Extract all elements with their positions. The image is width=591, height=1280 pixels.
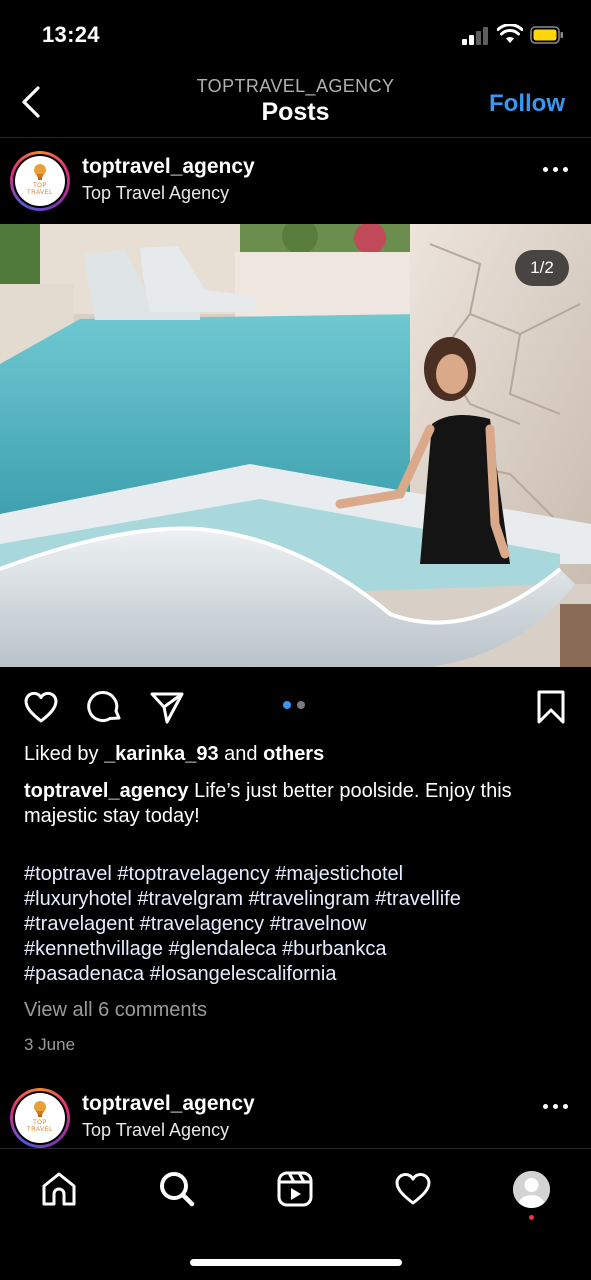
avatar[interactable]: TOP TRAVEL [10, 1088, 70, 1148]
hashtag-line[interactable]: #kennethvillage #glendaleca #burbankca [24, 937, 569, 962]
likes-summary: Liked by _karinka_93 and others [24, 743, 325, 765]
post-username[interactable]: toptravel_agency [82, 1092, 255, 1116]
hashtag-line[interactable]: #travelagent #travelagency #travelnow [24, 912, 569, 937]
liked-by-others[interactable]: others [263, 743, 324, 765]
home-indicator [190, 1259, 402, 1266]
status-bar: 13:24 [0, 0, 591, 68]
nav-header: TOPTRAVEL_AGENCY Posts Follow [0, 68, 591, 138]
like-heart-icon[interactable] [22, 688, 60, 726]
more-options-icon[interactable] [543, 1104, 569, 1112]
avatar[interactable]: TOP TRAVEL [10, 151, 70, 211]
hashtag-line[interactable]: #luxuryhotel #travelgram #travelingram #… [24, 887, 569, 912]
post-username[interactable]: toptravel_agency [82, 155, 255, 179]
carousel-counter: 1/2 [515, 250, 569, 286]
default-avatar-icon [513, 1171, 550, 1208]
post-caption: toptravel_agency Life’s just better pool… [24, 779, 569, 829]
search-icon[interactable] [157, 1169, 197, 1209]
balloon-logo-icon [34, 1101, 46, 1117]
post-display-name: Top Travel Agency [82, 183, 230, 203]
post-actions [0, 680, 591, 730]
carousel-indicator [283, 701, 307, 711]
battery-icon [530, 26, 563, 44]
caption-username[interactable]: toptravel_agency [24, 780, 189, 802]
reels-icon[interactable] [275, 1169, 315, 1209]
follow-button[interactable]: Follow [489, 90, 565, 118]
hashtags[interactable]: #toptravel #toptravelagency #majestichot… [24, 862, 569, 987]
notification-dot [529, 1215, 534, 1220]
next-post-header: TOP TRAVEL toptravel_agency Top Travel Ag… [0, 1076, 591, 1152]
hashtag-line[interactable]: #toptravel #toptravelagency #majestichot… [24, 862, 569, 887]
share-send-icon[interactable] [148, 688, 186, 726]
home-icon[interactable] [39, 1169, 79, 1209]
bookmark-icon[interactable] [532, 688, 570, 726]
profile-avatar[interactable] [513, 1171, 550, 1208]
post-date: 3 June [24, 1035, 76, 1054]
cellular-signal-icon [462, 27, 490, 45]
wifi-icon [497, 24, 523, 43]
avatar-logo-text: TOP TRAVEL [27, 183, 53, 196]
more-options-icon[interactable] [543, 167, 569, 175]
post-header: TOP TRAVEL toptravel_agency Top Travel Ag… [0, 139, 591, 215]
hashtag-line[interactable]: #pasadenaca #losangelescalifornia [24, 962, 569, 987]
post-display-name: Top Travel Agency [82, 1120, 230, 1140]
activity-heart-icon[interactable] [393, 1169, 433, 1209]
avatar-logo-text: TOP TRAVEL [27, 1120, 53, 1133]
balloon-logo-icon [34, 164, 46, 180]
liked-by-user[interactable]: _karinka_93 [104, 743, 219, 765]
view-comments-link[interactable]: View all 6 comments [24, 999, 207, 1022]
comment-icon[interactable] [86, 688, 124, 726]
status-time: 13:24 [42, 22, 100, 47]
bottom-tab-bar [0, 1148, 591, 1280]
post-image[interactable]: 1/2 [0, 224, 591, 667]
